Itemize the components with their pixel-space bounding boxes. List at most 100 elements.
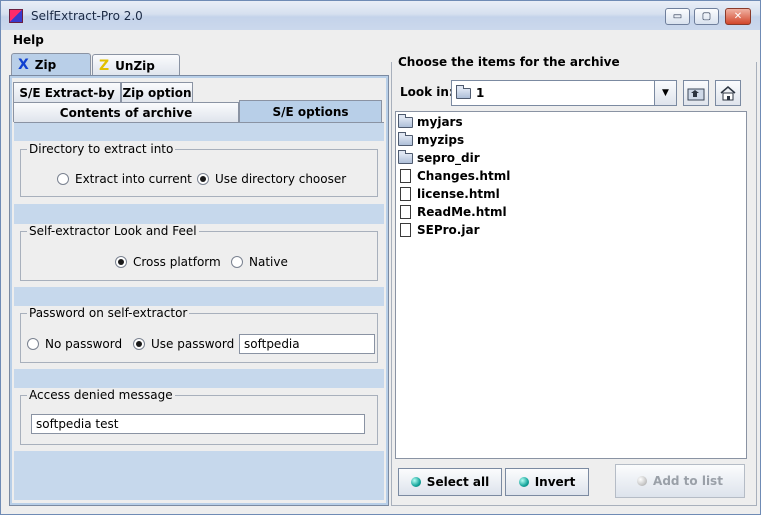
tab-zip-option-label: Zip option — [122, 85, 192, 100]
radio-selected-icon — [133, 338, 145, 350]
file-list[interactable]: myjars myzips sepro_dir Changes.html lic… — [395, 111, 747, 459]
lookfeel-group-title: Self-extractor Look and Feel — [27, 224, 199, 238]
look-in-dropdown[interactable]: 1 ▼ — [451, 80, 677, 106]
list-item[interactable]: ReadMe.html — [398, 203, 507, 221]
folder-icon — [398, 113, 413, 128]
radio-icon — [27, 338, 39, 350]
use-password-radio[interactable]: Use password — [133, 337, 234, 351]
window-title: SelfExtract-Pro 2.0 — [31, 9, 143, 23]
file-name: Changes.html — [417, 169, 511, 183]
password-group-title: Password on self-extractor — [27, 306, 190, 320]
invert-icon — [518, 477, 529, 487]
tab-se-extract-by[interactable]: S/E Extract-by — [13, 82, 121, 102]
tab-unzip-label: UnZip — [115, 58, 155, 73]
title-bar: SelfExtract-Pro 2.0 ▭ ▢ ✕ — [1, 1, 760, 30]
select-all-label: Select all — [426, 475, 490, 489]
list-item[interactable]: SEPro.jar — [398, 221, 479, 239]
file-name: sepro_dir — [417, 151, 480, 165]
select-all-icon — [410, 477, 421, 487]
tab-zip-label: Zip — [34, 57, 57, 72]
folder-icon — [456, 85, 471, 99]
lookfeel-group: Self-extractor Look and Feel Cross platf… — [14, 224, 384, 287]
password-input[interactable]: softpedia — [239, 334, 375, 354]
add-to-list-button[interactable]: Add to list — [615, 464, 745, 498]
directory-group: Directory to extract into Extract into c… — [14, 141, 384, 204]
folder-icon — [398, 131, 413, 146]
native-label: Native — [249, 255, 288, 269]
menu-help[interactable]: Help — [13, 33, 44, 47]
up-folder-icon — [687, 88, 705, 101]
add-to-list-label: Add to list — [653, 474, 723, 488]
home-button[interactable] — [715, 80, 741, 106]
file-name: myjars — [417, 115, 463, 129]
zip-panel-inner: S/E Extract-by Zip option Contents of ar… — [12, 78, 386, 503]
use-password-label: Use password — [151, 337, 235, 351]
native-radio[interactable]: Native — [231, 255, 288, 269]
access-denied-title: Access denied message — [27, 388, 175, 402]
no-password-radio[interactable]: No password — [27, 337, 122, 351]
tab-contents-label: Contents of archive — [59, 105, 193, 120]
access-denied-fieldset: Access denied message softpedia test — [20, 388, 378, 445]
password-group: Password on self-extractor No password U… — [14, 306, 384, 369]
minimize-button[interactable]: ▭ — [665, 8, 690, 25]
access-denied-group: Access denied message softpedia test — [14, 388, 384, 451]
cross-platform-label: Cross platform — [133, 255, 221, 269]
maximize-icon: ▢ — [701, 11, 712, 22]
up-folder-button[interactable] — [683, 80, 709, 106]
file-name: ReadMe.html — [417, 205, 507, 219]
no-password-label: No password — [45, 337, 123, 351]
unzip-icon: Z — [99, 57, 110, 74]
access-denied-input[interactable]: softpedia test — [31, 414, 365, 434]
list-item[interactable]: sepro_dir — [398, 149, 480, 167]
home-icon — [720, 86, 736, 101]
file-icon — [400, 205, 411, 219]
zip-icon: X — [18, 56, 29, 73]
invert-label: Invert — [534, 475, 576, 489]
tab-se-options-label: S/E options — [272, 104, 349, 119]
use-directory-chooser-radio[interactable]: Use directory chooser — [197, 172, 346, 186]
cross-platform-radio[interactable]: Cross platform — [115, 255, 221, 269]
list-item[interactable]: Changes.html — [398, 167, 510, 185]
list-item[interactable]: license.html — [398, 185, 500, 203]
file-icon — [400, 187, 411, 201]
extract-into-current-radio[interactable]: Extract into current — [57, 172, 192, 186]
tab-se-options[interactable]: S/E options — [239, 100, 382, 122]
file-icon — [400, 169, 411, 183]
file-icon — [400, 223, 411, 237]
tab-contents-of-archive[interactable]: Contents of archive — [13, 102, 239, 122]
file-name: myzips — [417, 133, 465, 147]
minimize-icon: ▭ — [672, 11, 683, 22]
chevron-down-icon[interactable]: ▼ — [654, 81, 676, 105]
file-name: license.html — [417, 187, 500, 201]
chooser-panel-title: Choose the items for the archive — [398, 55, 620, 69]
close-icon: ✕ — [733, 11, 743, 22]
look-in-value: 1 — [476, 86, 485, 100]
radio-icon — [57, 173, 69, 185]
app-window: SelfExtract-Pro 2.0 ▭ ▢ ✕ Help X Zip Z U… — [0, 0, 761, 515]
menu-bar: Help — [1, 30, 760, 50]
radio-icon — [231, 256, 243, 268]
use-directory-chooser-label: Use directory chooser — [215, 172, 347, 186]
invert-button[interactable]: Invert — [505, 468, 589, 496]
add-to-list-icon — [637, 476, 648, 486]
tab-unzip[interactable]: Z UnZip — [92, 54, 180, 76]
directory-group-title: Directory to extract into — [27, 142, 176, 156]
list-item[interactable]: myzips — [398, 131, 464, 149]
close-button[interactable]: ✕ — [725, 8, 751, 25]
password-fieldset: Password on self-extractor No password U… — [20, 306, 378, 363]
look-in-label: Look in: — [400, 85, 454, 99]
file-name: SEPro.jar — [417, 223, 480, 237]
select-all-button[interactable]: Select all — [398, 468, 502, 496]
zip-panel: S/E Extract-by Zip option Contents of ar… — [9, 75, 389, 506]
list-item[interactable]: myjars — [398, 113, 463, 131]
radio-selected-icon — [115, 256, 127, 268]
maximize-button[interactable]: ▢ — [694, 8, 719, 25]
app-logo-icon — [9, 9, 23, 23]
folder-icon — [398, 149, 413, 164]
se-options-content: Directory to extract into Extract into c… — [14, 122, 384, 500]
tab-se-extract-by-label: S/E Extract-by — [19, 85, 115, 100]
lookfeel-fieldset: Self-extractor Look and Feel Cross platf… — [20, 224, 378, 281]
tab-zip[interactable]: X Zip — [11, 53, 91, 75]
extract-into-current-label: Extract into current — [75, 172, 192, 186]
tab-zip-option[interactable]: Zip option — [121, 82, 193, 102]
